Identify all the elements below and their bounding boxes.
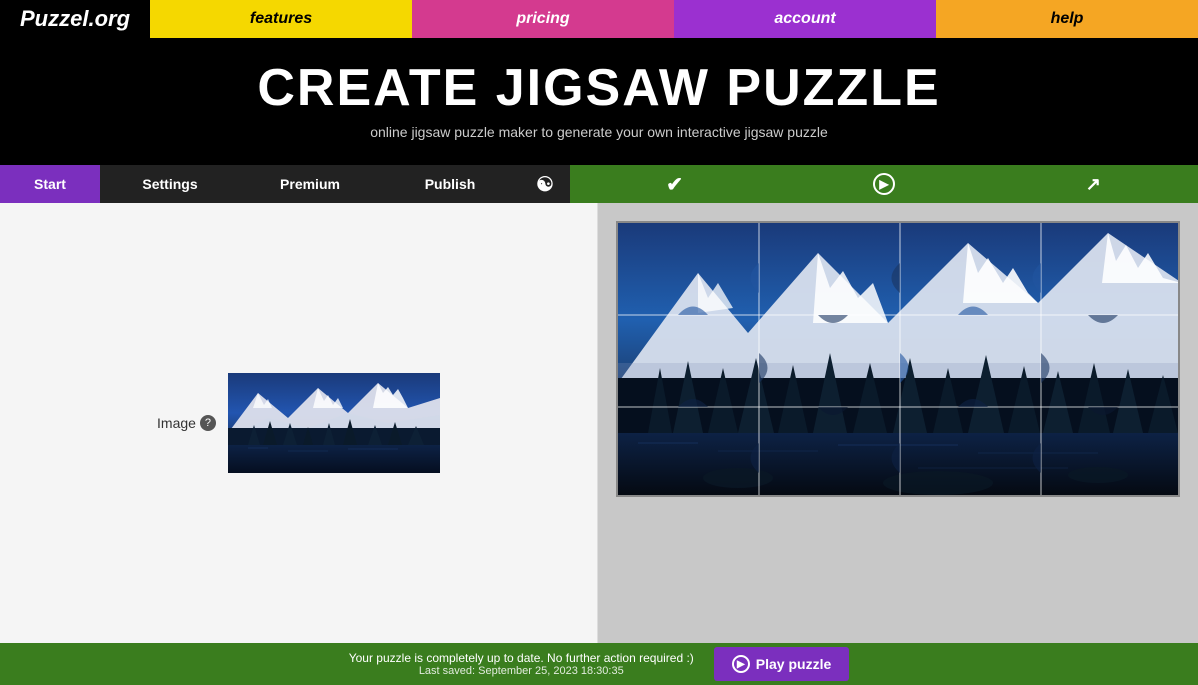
image-help-icon[interactable]: ? <box>200 415 216 431</box>
nav-account[interactable]: account <box>674 0 936 38</box>
tab-settings[interactable]: Settings <box>100 165 240 203</box>
puzzle-svg <box>618 223 1180 497</box>
tab-check[interactable]: ✔ <box>570 165 779 203</box>
tab-share[interactable]: ↗ <box>989 165 1198 203</box>
tab-start[interactable]: Start <box>0 165 100 203</box>
tab-bar: Start Settings Premium Publish ☯ ✔ ▶ ↗ <box>0 165 1198 203</box>
last-saved: Last saved: September 25, 2023 18:30:35 <box>419 665 624 677</box>
left-panel: Image ? <box>0 203 598 643</box>
logo[interactable]: Puzzel.org <box>0 6 150 32</box>
play-circle-icon: ▶ <box>873 173 895 195</box>
header: Puzzel.org features pricing account help <box>0 0 1198 38</box>
nav-help[interactable]: help <box>936 0 1198 38</box>
image-section: Image ? <box>157 373 440 473</box>
status-message-group: Your puzzle is completely up to date. No… <box>349 651 694 677</box>
nav-features[interactable]: features <box>150 0 412 38</box>
play-puzzle-button[interactable]: ▶ Play puzzle <box>714 647 849 681</box>
main-nav: features pricing account help <box>150 0 1198 38</box>
play-button-icon: ▶ <box>732 655 750 673</box>
tab-play-circle[interactable]: ▶ <box>779 165 988 203</box>
status-bar: Your puzzle is completely up to date. No… <box>0 643 1198 685</box>
play-button-label: Play puzzle <box>756 656 831 672</box>
puzzle-preview <box>616 221 1180 497</box>
image-label: Image ? <box>157 415 216 431</box>
status-message: Your puzzle is completely up to date. No… <box>349 651 694 665</box>
right-panel <box>598 203 1198 643</box>
hero-section: CREATE JIGSAW PUZZLE online jigsaw puzzl… <box>0 38 1198 165</box>
nav-pricing[interactable]: pricing <box>412 0 674 38</box>
image-thumbnail[interactable] <box>228 373 440 473</box>
main-content: Image ? <box>0 203 1198 643</box>
hero-title: CREATE JIGSAW PUZZLE <box>0 58 1198 118</box>
image-label-text: Image <box>157 415 196 431</box>
tab-premium[interactable]: Premium <box>240 165 380 203</box>
hero-subtitle: online jigsaw puzzle maker to generate y… <box>0 124 1198 140</box>
yin-yang-icon[interactable]: ☯ <box>520 165 570 203</box>
tab-publish[interactable]: Publish <box>380 165 520 203</box>
share-icon: ↗ <box>1086 174 1101 195</box>
